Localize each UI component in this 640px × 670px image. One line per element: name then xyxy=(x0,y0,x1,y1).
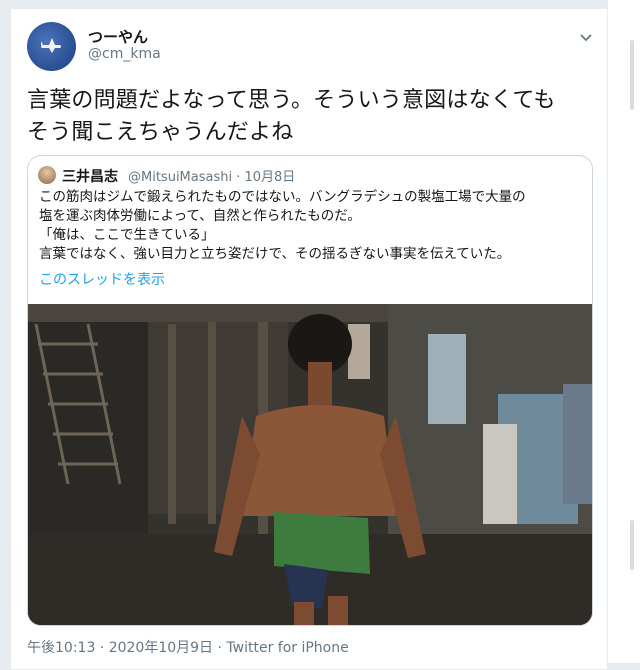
right-column-edge xyxy=(608,0,640,663)
tweet-text-line: 言葉の問題だよなって思う。そういう意図はなくても xyxy=(27,88,556,113)
show-thread-link[interactable]: このスレッドを表示 xyxy=(39,269,165,289)
divider-line xyxy=(630,40,634,110)
tweet-text-line: そう聞こえちゃうんだよね xyxy=(27,120,294,145)
quoted-display-name: 三井昌志 xyxy=(62,169,118,185)
avatar[interactable] xyxy=(27,22,76,71)
tweet-text: 言葉の問題だよなって思う。そういう意図はなくても そう聞こえちゃうんだよね xyxy=(27,85,587,149)
divider-line xyxy=(630,520,634,570)
quoted-text-line: 塩を運ぶ肉体労働によって、自然と作られたものだ。 xyxy=(39,208,361,224)
chevron-down-icon[interactable] xyxy=(577,28,595,46)
user-handle[interactable]: @cm_kma xyxy=(88,46,161,62)
tweet-timestamp[interactable]: 午後10:13 · 2020年10月9日 · Twitter for iPhon… xyxy=(27,637,349,657)
quoted-avatar xyxy=(38,166,56,184)
quoted-text-line: 「俺は、ここで生きている」 xyxy=(39,227,215,243)
quoted-meta: @MitsuiMasashi · 10月8日 xyxy=(128,170,296,185)
quoted-tweet[interactable]: 三井昌志 @MitsuiMasashi · 10月8日 この筋肉はジムで鍛えられ… xyxy=(27,155,593,626)
quoted-text: この筋肉はジムで鍛えられたものではない。バングラデシュの製塩工場で大量の 塩を運… xyxy=(39,188,584,264)
tweet-card: つーやん @cm_kma 言葉の問題だよなって思う。そういう意図はなくても そう… xyxy=(10,8,608,670)
photo[interactable] xyxy=(28,304,592,625)
display-name[interactable]: つーやん xyxy=(88,26,148,47)
quoted-text-line: 言葉ではなく、強い目力と立ち姿だけで、その揺るぎない事実を伝えていた。 xyxy=(39,246,511,262)
airplane-icon xyxy=(41,38,61,53)
quoted-text-line: この筋肉はジムで鍛えられたものではない。バングラデシュの製塩工場で大量の xyxy=(39,189,526,205)
